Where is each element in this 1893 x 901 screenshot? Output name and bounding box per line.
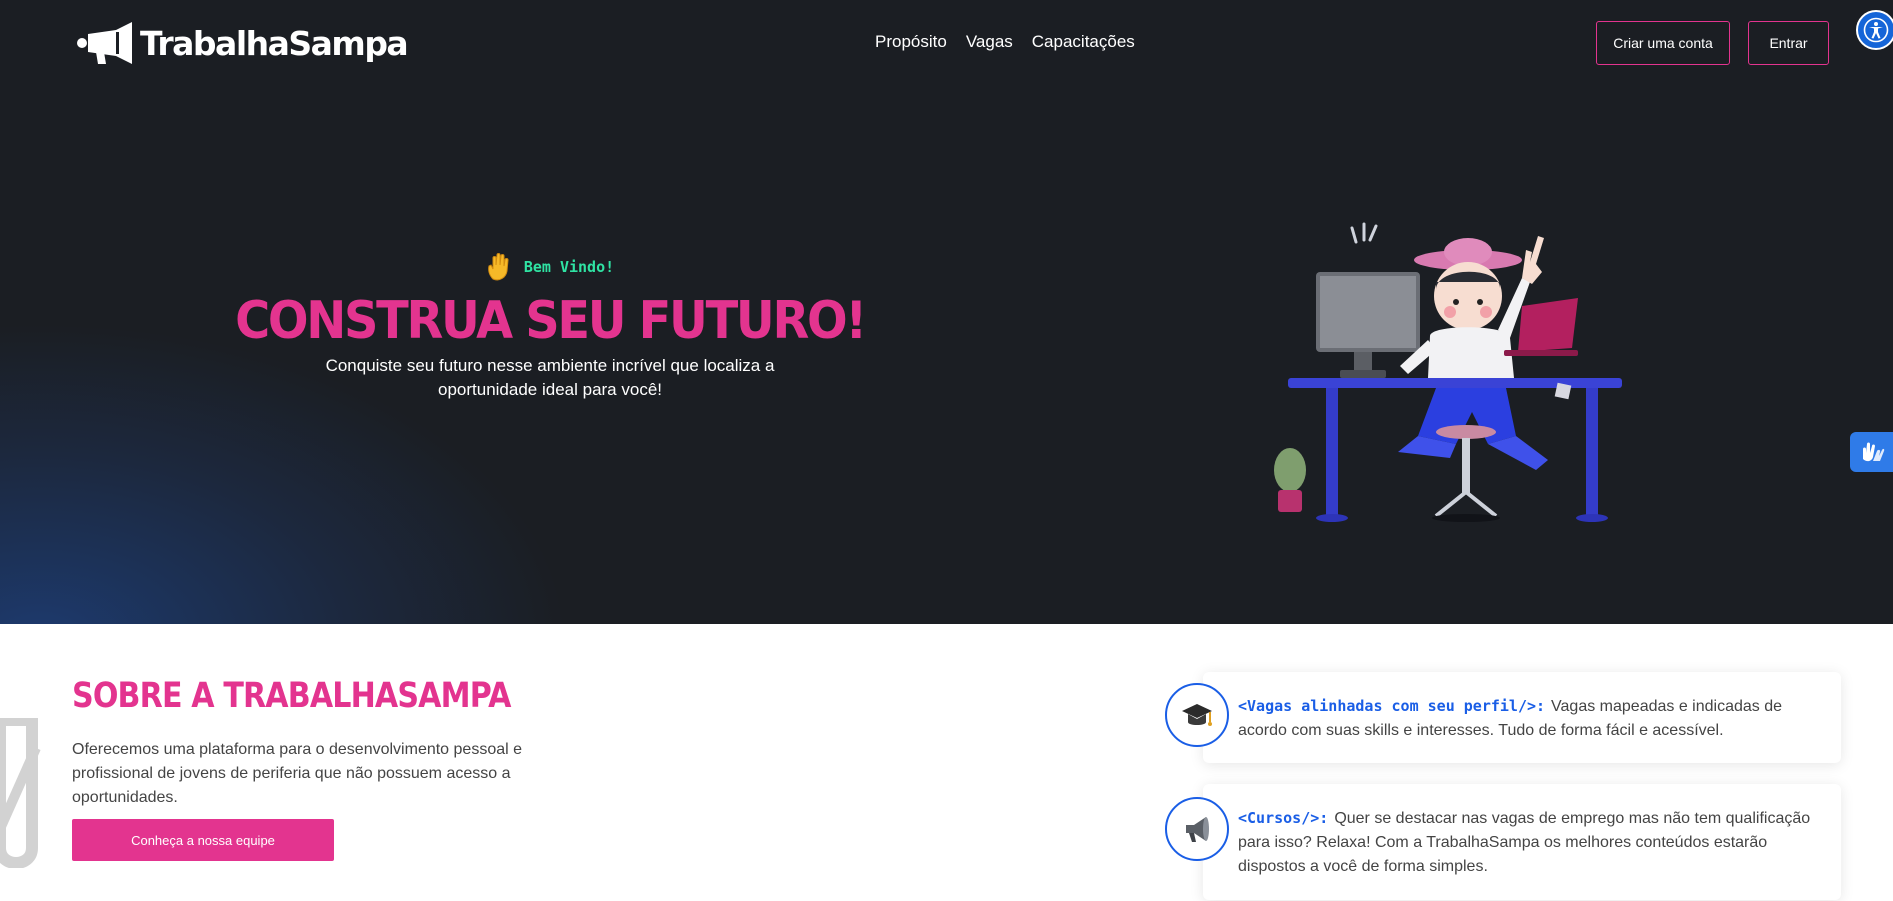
feature-card-jobs: <Vagas alinhadas com seu perfil/>: Vagas …	[1203, 672, 1841, 763]
create-account-button[interactable]: Criar uma conta	[1596, 21, 1730, 65]
welcome-text: Bem Vindo!	[523, 258, 615, 276]
hero-title: CONSTRUA SEU FUTURO!	[235, 291, 867, 351]
nav-item-proposito[interactable]: Propósito	[875, 32, 947, 52]
sign-language-hands-icon	[1862, 442, 1884, 462]
megaphone-logo-icon	[77, 22, 132, 64]
feature-icon-circle	[1165, 797, 1229, 861]
feature-icon-circle	[1165, 683, 1229, 747]
welcome-badge: Bem Vindo!	[0, 252, 1100, 282]
nav-item-capacitacoes[interactable]: Capacitações	[1032, 32, 1135, 52]
megaphone-icon	[1186, 817, 1209, 842]
hero-subtitle: Conquiste seu futuro nesse ambiente incr…	[325, 356, 775, 399]
feature-label: <Vagas alinhadas com seu perfil/>:	[1238, 697, 1546, 715]
waving-hand-icon	[487, 253, 509, 281]
meet-team-button[interactable]: Conheça a nossa equipe	[72, 819, 334, 861]
feature-card-courses: <Cursos/>: Quer se destacar nas vagas de …	[1203, 784, 1841, 900]
libras-sign-language-button[interactable]	[1850, 432, 1893, 472]
graduation-cap-icon	[1182, 704, 1212, 726]
hero-section: TrabalhaSampa Propósito Vagas Capacitaçõ…	[0, 0, 1893, 624]
accessibility-button[interactable]	[1856, 10, 1893, 50]
about-title: SOBRE A TRABALHASAMPA	[72, 676, 511, 716]
login-button[interactable]: Entrar	[1748, 21, 1829, 65]
feature-label: <Cursos/>:	[1238, 809, 1329, 827]
logo[interactable]: TrabalhaSampa	[76, 20, 409, 66]
accessibility-icon	[1863, 17, 1889, 43]
person-at-desk-illustration	[1274, 222, 1622, 522]
brand-name: TrabalhaSampa	[140, 23, 409, 63]
nav-item-vagas[interactable]: Vagas	[966, 32, 1013, 52]
decorative-outline-shape	[0, 718, 41, 868]
about-text: Oferecemos uma plataforma para o desenvo…	[72, 741, 523, 806]
main-nav: Propósito Vagas Capacitações	[875, 32, 1135, 52]
